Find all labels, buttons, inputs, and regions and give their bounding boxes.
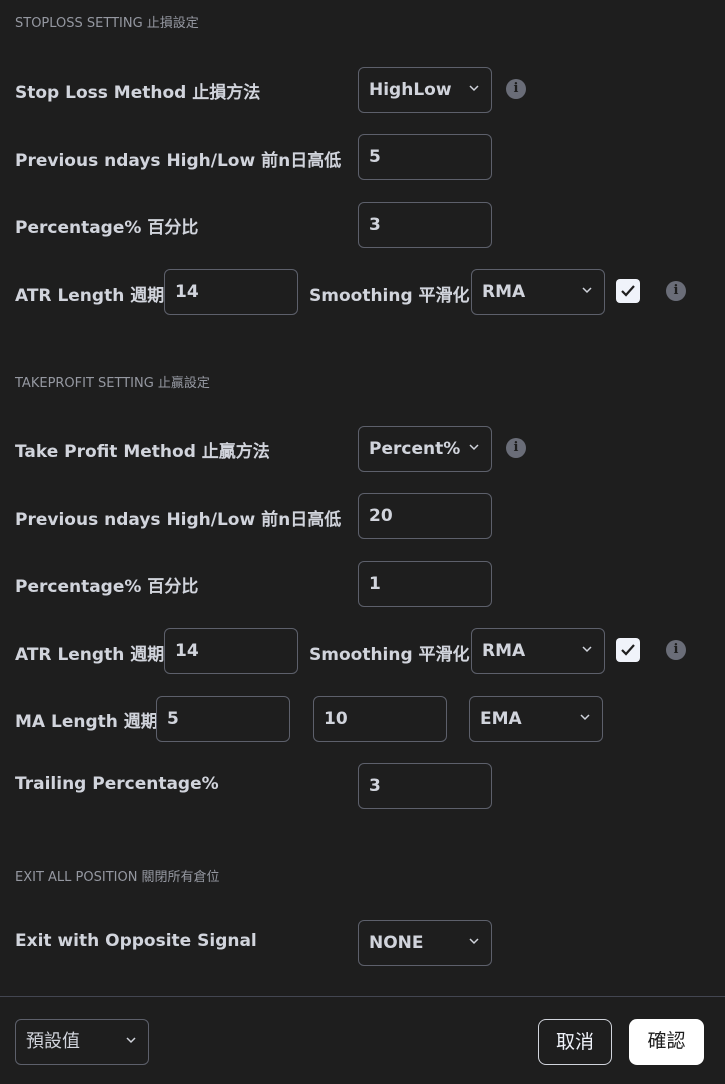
info-icon[interactable]: i xyxy=(506,438,526,458)
takeprofit-smoothing-value: RMA xyxy=(482,641,526,661)
chevron-down-icon xyxy=(582,646,592,653)
stoploss-percentage-label: Percentage% 百分比 xyxy=(15,218,199,238)
stoploss-ndays-label: Previous ndays High/Low 前n日高低 xyxy=(15,151,342,171)
takeprofit-ndays-input[interactable]: 20 xyxy=(358,493,492,539)
take-profit-method-select[interactable]: Percent% xyxy=(358,426,492,472)
confirm-button[interactable]: 確認 xyxy=(629,1019,704,1065)
stoploss-atr-input[interactable]: 14 xyxy=(164,269,298,315)
footer-divider xyxy=(0,996,725,997)
stoploss-smoothing-checkbox[interactable] xyxy=(616,279,640,303)
ma-length-input-2[interactable]: 10 xyxy=(313,696,447,742)
exit-opposite-select[interactable]: NONE xyxy=(358,920,492,966)
takeprofit-percentage-label: Percentage% 百分比 xyxy=(15,577,199,597)
stop-loss-method-select[interactable]: HighLow xyxy=(358,67,492,113)
takeprofit-smoothing-label: Smoothing 平滑化 xyxy=(309,645,470,665)
exit-opposite-label: Exit with Opposite Signal xyxy=(15,931,257,951)
check-icon xyxy=(621,644,635,656)
exit-section-title: EXIT ALL POSITION 關閉所有倉位 xyxy=(15,870,220,885)
ma-type-select[interactable]: EMA xyxy=(469,696,603,742)
stop-loss-method-label: Stop Loss Method 止損方法 xyxy=(15,83,261,103)
stop-loss-method-value: HighLow xyxy=(369,80,452,100)
takeprofit-ndays-label: Previous ndays High/Low 前n日高低 xyxy=(15,510,342,530)
stoploss-atr-label: ATR Length 週期 xyxy=(15,286,165,306)
stoploss-section-title: STOPLOSS SETTING 止損設定 xyxy=(15,16,199,31)
stoploss-smoothing-label: Smoothing 平滑化 xyxy=(309,286,470,306)
chevron-down-icon xyxy=(126,1037,136,1044)
stoploss-percentage-input[interactable]: 3 xyxy=(358,202,492,248)
exit-opposite-value: NONE xyxy=(369,933,424,953)
takeprofit-atr-label: ATR Length 週期 xyxy=(15,645,165,665)
chevron-down-icon xyxy=(469,938,479,945)
ma-length-label: MA Length 週期 xyxy=(15,712,158,732)
info-icon[interactable]: i xyxy=(506,79,526,99)
trailing-percentage-label: Trailing Percentage% xyxy=(15,774,219,794)
info-icon[interactable]: i xyxy=(666,281,686,301)
stoploss-ndays-input[interactable]: 5 xyxy=(358,134,492,180)
take-profit-method-label: Take Profit Method 止贏方法 xyxy=(15,442,270,462)
take-profit-method-value: Percent% xyxy=(369,439,461,459)
cancel-button[interactable]: 取消 xyxy=(538,1019,612,1065)
takeprofit-smoothing-checkbox[interactable] xyxy=(616,638,640,662)
chevron-down-icon xyxy=(469,444,479,451)
stoploss-smoothing-select[interactable]: RMA xyxy=(471,269,605,315)
takeprofit-percentage-input[interactable]: 1 xyxy=(358,561,492,607)
chevron-down-icon xyxy=(582,287,592,294)
info-icon[interactable]: i xyxy=(666,640,686,660)
stoploss-smoothing-value: RMA xyxy=(482,282,526,302)
takeprofit-atr-input[interactable]: 14 xyxy=(164,628,298,674)
takeprofit-section-title: TAKEPROFIT SETTING 止贏設定 xyxy=(15,376,210,391)
trailing-percentage-input[interactable]: 3 xyxy=(358,763,492,809)
chevron-down-icon xyxy=(469,85,479,92)
ma-length-input-1[interactable]: 5 xyxy=(156,696,290,742)
ma-type-value: EMA xyxy=(480,709,522,729)
defaults-select[interactable]: 預設值 xyxy=(15,1019,149,1065)
check-icon xyxy=(621,285,635,297)
takeprofit-smoothing-select[interactable]: RMA xyxy=(471,628,605,674)
chevron-down-icon xyxy=(580,714,590,721)
defaults-value: 預設值 xyxy=(26,1031,80,1052)
